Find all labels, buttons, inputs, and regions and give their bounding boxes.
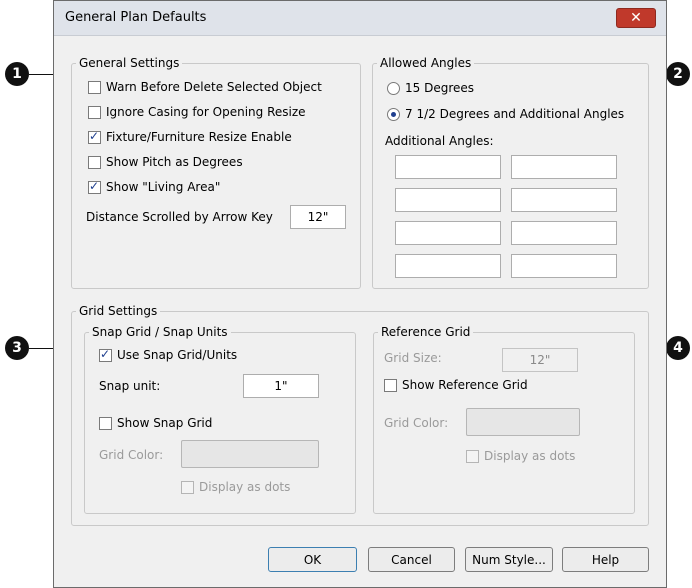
reference-display-dots-checkbox[interactable] — [466, 450, 479, 463]
snap-unit-input[interactable]: 1" — [243, 374, 319, 398]
additional-angle-input-8[interactable] — [511, 254, 617, 278]
snap-grid-color-button[interactable] — [181, 440, 319, 468]
show-reference-grid-checkbox[interactable] — [384, 379, 397, 392]
additional-angle-input-2[interactable] — [511, 155, 617, 179]
additional-angle-input-6[interactable] — [511, 221, 617, 245]
snap-grid-legend: Snap Grid / Snap Units — [89, 325, 231, 339]
help-button[interactable]: Help — [562, 547, 649, 572]
additional-angle-input-7[interactable] — [395, 254, 501, 278]
reference-display-dots-label[interactable]: Display as dots — [484, 449, 575, 463]
callout-2: 2 — [666, 62, 690, 86]
ok-button-label: OK — [303, 553, 322, 567]
allowed-angles-legend: Allowed Angles — [377, 56, 475, 70]
grid-settings-legend: Grid Settings — [76, 304, 161, 318]
callout-4: 4 — [666, 336, 690, 360]
reference-grid-group: Reference Grid Grid Size: 12" Show Refer… — [373, 325, 635, 514]
additional-angle-input-1[interactable] — [395, 155, 501, 179]
snap-display-dots-label[interactable]: Display as dots — [199, 480, 290, 494]
num-style-button[interactable]: Num Style... — [465, 547, 553, 572]
reference-grid-size-input[interactable]: 12" — [502, 348, 578, 372]
use-snap-grid-checkbox[interactable] — [99, 347, 112, 362]
warn-before-delete-label[interactable]: Warn Before Delete Selected Object — [106, 80, 322, 94]
ignore-casing-label[interactable]: Ignore Casing for Opening Resize — [106, 105, 306, 119]
allowed-angles-group: Allowed Angles 15 Degrees 7 1/2 Degrees … — [372, 56, 649, 289]
radio-15-degrees-label[interactable]: 15 Degrees — [405, 81, 474, 95]
reference-grid-color-button[interactable] — [466, 408, 580, 436]
distance-scrolled-label: Distance Scrolled by Arrow Key — [86, 210, 273, 224]
distance-scrolled-input[interactable]: 12" — [290, 205, 346, 229]
radio-7-5-degrees[interactable] — [387, 108, 400, 121]
close-icon: ✕ — [630, 10, 642, 26]
snap-unit-value: 1" — [274, 379, 288, 393]
fixture-furniture-resize-label[interactable]: Fixture/Furniture Resize Enable — [106, 130, 292, 144]
fixture-furniture-resize-checkbox[interactable] — [88, 129, 101, 144]
reference-grid-legend: Reference Grid — [378, 325, 474, 339]
show-living-area-checkbox[interactable] — [88, 179, 101, 194]
cancel-button-label: Cancel — [391, 553, 432, 567]
show-snap-grid-label[interactable]: Show Snap Grid — [117, 416, 212, 430]
num-style-button-label: Num Style... — [472, 553, 546, 567]
additional-angles-label: Additional Angles: — [385, 134, 494, 148]
use-snap-grid-label[interactable]: Use Snap Grid/Units — [117, 348, 237, 362]
dialog-title: General Plan Defaults — [65, 10, 207, 25]
distance-scrolled-value: 12" — [307, 210, 329, 224]
show-snap-grid-checkbox[interactable] — [99, 417, 112, 430]
additional-angle-input-4[interactable] — [511, 188, 617, 212]
reference-grid-size-label: Grid Size: — [384, 351, 442, 365]
snap-grid-color-label: Grid Color: — [99, 448, 164, 462]
radio-15-degrees[interactable] — [387, 82, 400, 95]
callout-3: 3 — [5, 336, 29, 360]
snap-grid-group: Snap Grid / Snap Units Use Snap Grid/Uni… — [84, 325, 356, 514]
show-reference-grid-label[interactable]: Show Reference Grid — [402, 378, 528, 392]
reference-grid-color-label: Grid Color: — [384, 416, 449, 430]
ignore-casing-checkbox[interactable] — [88, 106, 101, 119]
callout-1: 1 — [5, 62, 29, 86]
grid-settings-group: Grid Settings Snap Grid / Snap Units Use… — [71, 304, 649, 526]
title-bar[interactable]: General Plan Defaults ✕ — [54, 1, 666, 36]
general-settings-group: General Settings Warn Before Delete Sele… — [71, 56, 361, 289]
show-pitch-degrees-checkbox[interactable] — [88, 156, 101, 169]
additional-angle-input-5[interactable] — [395, 221, 501, 245]
cancel-button[interactable]: Cancel — [368, 547, 455, 572]
ok-button[interactable]: OK — [268, 547, 357, 572]
radio-7-5-degrees-label[interactable]: 7 1/2 Degrees and Additional Angles — [405, 107, 624, 121]
general-settings-legend: General Settings — [76, 56, 183, 70]
show-pitch-degrees-label[interactable]: Show Pitch as Degrees — [106, 155, 243, 169]
snap-unit-label: Snap unit: — [99, 379, 161, 393]
warn-before-delete-checkbox[interactable] — [88, 81, 101, 94]
help-button-label: Help — [591, 553, 620, 567]
snap-display-dots-checkbox[interactable] — [181, 481, 194, 494]
show-living-area-label[interactable]: Show "Living Area" — [106, 180, 220, 194]
additional-angle-input-3[interactable] — [395, 188, 501, 212]
close-button[interactable]: ✕ — [616, 8, 656, 28]
general-plan-defaults-dialog: General Plan Defaults ✕ General Settings… — [53, 0, 667, 588]
reference-grid-size-value: 12" — [529, 353, 551, 367]
